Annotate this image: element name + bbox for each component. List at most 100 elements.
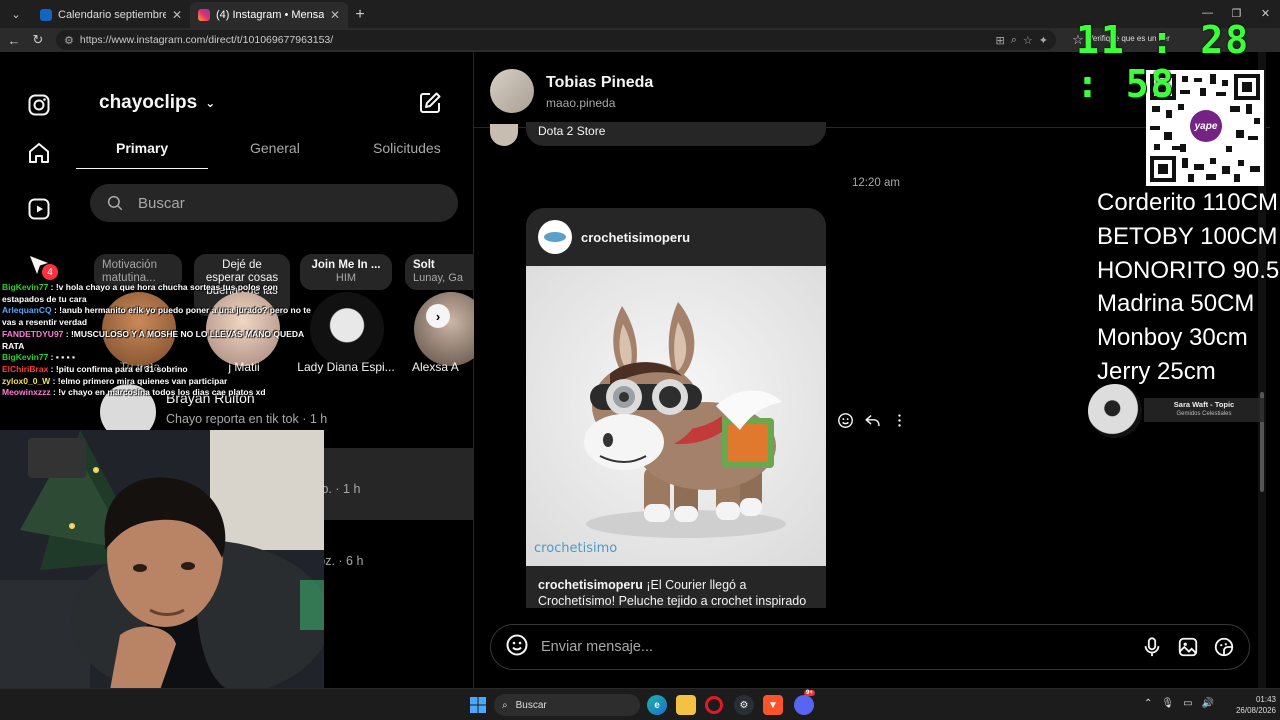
zoom-icon[interactable]: ⌕ (1011, 34, 1017, 47)
volume-icon[interactable]: 🔊 (1202, 698, 1214, 709)
reels-icon[interactable] (26, 196, 52, 222)
message-timestamp: 12:20 am (852, 177, 900, 189)
discord-icon[interactable]: 9+ (794, 690, 815, 715)
post-header: crochetisimoperu (526, 208, 826, 266)
new-message-icon[interactable] (418, 91, 442, 120)
messages-icon[interactable]: 4 (26, 252, 58, 280)
avatar[interactable] (414, 292, 474, 366)
tab-primary[interactable]: Primary (116, 140, 168, 156)
tab-requests[interactable]: Solicitudes (373, 140, 441, 156)
message-input[interactable]: Enviar mensaje... (541, 639, 1127, 655)
chat-text: : !v chayo en marcosina todos los dias c… (50, 387, 266, 398)
sender-avatar (490, 124, 518, 146)
tab-instagram[interactable]: (4) Instagram • Mensajes ✕ (190, 2, 348, 28)
start-button-icon[interactable] (470, 697, 486, 718)
microphone-tray-icon[interactable]: 🎙 (1161, 698, 1174, 709)
brave-icon[interactable]: ▼ (763, 695, 783, 715)
post-image[interactable]: crochetisimo (526, 266, 826, 566)
home-icon[interactable] (26, 140, 52, 166)
reply-icon[interactable] (864, 412, 881, 434)
post-avatar (538, 220, 572, 254)
note-text: Motivación matutina... (102, 259, 157, 284)
windows-taskbar: ⌕ Buscar e ⚙ ▼ 9+ ⌃ 🎙 ▭ 🔊 01:43 26/08/20… (0, 688, 1280, 720)
note-item[interactable]: Solt Lunay, Ga (402, 248, 474, 290)
sticker-icon[interactable] (1213, 636, 1235, 658)
install-app-icon[interactable]: ⊞ (996, 34, 1005, 47)
favorite-star-icon[interactable]: ☆ (1023, 34, 1033, 47)
react-icon[interactable] (837, 412, 854, 434)
more-options-icon[interactable] (891, 412, 908, 434)
notification-badge: 4 (42, 264, 58, 280)
search-input[interactable]: Buscar (90, 184, 458, 222)
caption-username: crochetisimoperu (538, 578, 643, 592)
message-composer[interactable]: Enviar mensaje... (490, 624, 1250, 670)
file-explorer-icon[interactable] (676, 695, 696, 715)
emoji-icon[interactable] (505, 633, 529, 662)
chat-user: FANDETDYU97 (2, 328, 64, 339)
reload-button[interactable]: ↻ (26, 29, 50, 51)
image-upload-icon[interactable] (1177, 636, 1199, 658)
chat-message: BigKevin77 : !v hola chayo a que hora ch… (2, 282, 312, 305)
opera-icon[interactable] (705, 696, 723, 714)
discord-badge: 9+ (804, 690, 815, 696)
tab-calendar[interactable]: Calendario septiembre 2026 ✕ (32, 2, 190, 28)
edge-icon[interactable]: e (647, 695, 667, 715)
new-tab-button[interactable]: + (348, 3, 372, 27)
contact-name[interactable]: Tobias Pineda (546, 74, 653, 92)
tab-actions-button[interactable]: ⌄ (4, 2, 28, 26)
post-username[interactable]: crochetisimoperu (581, 230, 690, 245)
chat-message: FANDETDYU97 : !MUSCULOSO Y A MOSHE NO LO… (2, 329, 312, 352)
chat-text: : !elmo primero mira quienes van partici… (50, 375, 228, 386)
contact-avatar[interactable] (490, 69, 534, 113)
address-bar[interactable]: ⚙ https://www.instagram.com/direct/t/101… (56, 30, 1056, 50)
network-icon[interactable]: ▭ (1183, 698, 1192, 709)
chat-text: : (48, 352, 56, 363)
contact-username: maao.pineda (546, 96, 616, 110)
taskbar-clock[interactable]: 01:43 26/08/2026 (1222, 694, 1276, 716)
message-actions (837, 412, 908, 434)
next-notes-button[interactable]: › (426, 304, 450, 328)
note-bubble: Join Me In ... HIM (300, 254, 392, 290)
tab-title: Calendario septiembre 2026 (58, 9, 166, 21)
active-tab-indicator (76, 168, 208, 169)
screen: ⌄ Calendario septiembre 2026 ✕ (4) Insta… (0, 0, 1280, 720)
close-tab-icon[interactable]: ✕ (172, 8, 182, 22)
size-line: BETOBY 100CM (1097, 222, 1278, 250)
back-button[interactable]: ← (2, 29, 26, 51)
system-tray: ⌃ 🎙 ▭ 🔊 (1144, 698, 1214, 709)
previous-message: Dota 2 Store (526, 122, 826, 146)
site-info-icon[interactable]: ⚙ (64, 34, 74, 47)
account-switcher[interactable]: chayoclips ⌄ (99, 92, 215, 114)
shared-post[interactable]: crochetisimoperu crochetisimo crochetisi… (526, 208, 826, 608)
search-icon (107, 195, 123, 211)
emote-icon: ▪ ▪ ▪ ▪ (55, 352, 75, 363)
tray-overflow-icon[interactable]: ⌃ (1144, 698, 1152, 709)
chat-user: BigKevin77 (2, 352, 49, 363)
taskbar-search[interactable]: ⌕ Buscar (494, 694, 640, 716)
avatar[interactable] (310, 292, 384, 366)
instagram-logo-icon[interactable] (26, 92, 52, 118)
chat-text: : !pitu confirma para el 31 sobrino (48, 363, 188, 374)
chat-user: ArlequanCQ (2, 305, 52, 316)
calendar-favicon-icon (40, 9, 52, 21)
album-art-icon (1088, 384, 1142, 438)
conversation-preview: to. · 1 h (318, 482, 360, 496)
product-sizes-overlay: Corderito 110CM BETOBY 100CM HONORITO 90… (1097, 186, 1280, 389)
extensions-icon[interactable]: ✦ (1039, 34, 1048, 47)
webcam-feed-image (0, 430, 324, 690)
chevron-down-icon: ⌄ (205, 96, 216, 110)
instagram-favicon-icon (198, 9, 210, 21)
tab-general[interactable]: General (250, 140, 300, 156)
song-info: Sara Waft - Topic Gemidos Celestiales (1144, 398, 1264, 422)
chat-user: BigKevin77 (2, 282, 49, 292)
close-tab-icon[interactable]: ✕ (330, 8, 340, 22)
note-item[interactable]: Join Me In ... HIM (298, 248, 394, 290)
microphone-icon[interactable] (1141, 636, 1163, 658)
chat-message: BigKevin77 : ▪ ▪ ▪ ▪ (2, 352, 312, 364)
steam-icon[interactable]: ⚙ (734, 695, 754, 715)
song-subtitle: Gemidos Celestiales (1176, 411, 1232, 417)
chat-message: ElChiriBrax : !pitu confirma para el 31 … (2, 364, 312, 376)
preview-text: Chayo reporta en tik tok (166, 412, 299, 426)
conversation-preview: Chayo reporta en tik tok · 1 h (166, 412, 327, 426)
account-name: chayoclips (99, 92, 198, 113)
